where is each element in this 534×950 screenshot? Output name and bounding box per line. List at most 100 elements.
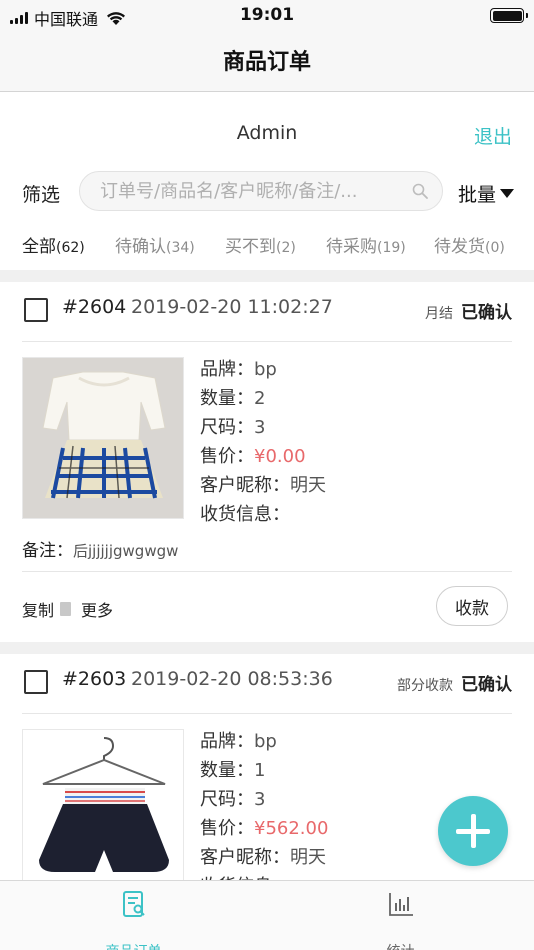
shipping-row: 收货信息： xyxy=(200,872,328,880)
caret-down-icon xyxy=(500,189,514,198)
product-photo-shorts xyxy=(23,730,183,880)
nickname-label: 客户昵称： xyxy=(200,475,290,496)
nickname-row: 客户昵称：明天 xyxy=(200,471,326,500)
nickname-row: 客户昵称：明天 xyxy=(200,843,328,872)
shipping-label: 收货信息： xyxy=(200,504,290,525)
copy-icon[interactable] xyxy=(60,602,72,616)
tab-pending-purchase[interactable]: 待采购(19) xyxy=(326,232,406,257)
tabbar-item-stats[interactable]: 统计 xyxy=(267,889,534,950)
price-value: ¥0.00 xyxy=(254,446,306,467)
user-name: Admin xyxy=(236,122,298,144)
qty-row: 数量：2 xyxy=(200,384,326,413)
brand-value: bp xyxy=(254,731,277,752)
filter-button[interactable]: 筛选 xyxy=(22,180,60,207)
product-info: 品牌：bp 数量：2 尺码：3 售价：¥0.00 客户昵称：明天 收货信息： xyxy=(200,355,326,529)
size-label: 尺码： xyxy=(200,789,254,810)
remark-value: 后jjjjjjgwgwgw xyxy=(73,542,179,560)
order-time: 2019-02-20 11:02:27 xyxy=(131,296,333,318)
divider xyxy=(22,341,512,342)
size-value: 3 xyxy=(254,417,266,438)
payment-type: 月结 xyxy=(425,306,453,322)
page-title: 商品订单 xyxy=(222,50,311,75)
order-actions: 复制 更多 xyxy=(22,597,113,621)
order-number: #2603 xyxy=(62,668,127,690)
brand-label: 品牌： xyxy=(200,731,254,752)
tab-count: (34) xyxy=(166,240,195,256)
tab-all[interactable]: 全部(62) xyxy=(22,232,85,257)
product-image[interactable] xyxy=(22,729,184,880)
tab-unavailable[interactable]: 买不到(2) xyxy=(225,232,296,257)
tab-count: (0) xyxy=(485,240,505,256)
qty-label: 数量： xyxy=(200,388,254,409)
batch-label: 批量 xyxy=(457,184,496,206)
order-status: 已确认 xyxy=(461,303,512,323)
order-checkbox[interactable] xyxy=(24,298,48,322)
brand-row: 品牌：bp xyxy=(200,355,326,384)
product-photo-dress xyxy=(23,358,183,518)
nickname-value: 明天 xyxy=(290,847,326,868)
order-card[interactable]: #2604 2019-02-20 11:02:27 月结 已确认 品牌：bp 数… xyxy=(0,282,534,640)
order-checkbox[interactable] xyxy=(24,670,48,694)
tabbar-label: 统计 xyxy=(267,941,534,950)
size-row: 尺码：3 xyxy=(200,785,328,814)
order-header: #2604 2019-02-20 11:02:27 月结 已确认 xyxy=(0,282,534,336)
tab-label: 全部 xyxy=(22,237,56,257)
qty-value: 1 xyxy=(254,760,266,781)
tab-label: 待发货 xyxy=(434,237,485,257)
search-box[interactable] xyxy=(79,171,443,211)
batch-dropdown[interactable]: 批量 xyxy=(458,180,514,207)
logout-button[interactable]: 退出 xyxy=(474,122,512,149)
bottom-tab-bar: 商品订单 统计 xyxy=(0,880,534,950)
copy-button[interactable]: 复制 xyxy=(22,597,54,621)
order-status-group: 部分收款 已确认 xyxy=(397,670,512,695)
more-button[interactable]: 更多 xyxy=(81,597,113,621)
price-row: 售价：¥562.00 xyxy=(200,814,328,843)
clock: 19:01 xyxy=(239,5,295,25)
nickname-value: 明天 xyxy=(290,475,326,496)
filter-row: 筛选 批量 xyxy=(0,170,534,214)
tab-count: (2) xyxy=(276,240,296,256)
qty-label: 数量： xyxy=(200,760,254,781)
user-row: Admin 退出 xyxy=(0,92,534,172)
bar-chart-icon xyxy=(388,893,413,916)
brand-row: 品牌：bp xyxy=(200,727,328,756)
status-bar: 中国联通 19:01 xyxy=(0,0,534,30)
battery-icon xyxy=(490,8,528,23)
search-icon[interactable] xyxy=(412,183,428,199)
product-image[interactable] xyxy=(22,357,184,519)
tab-label: 待采购 xyxy=(326,237,377,257)
brand-value: bp xyxy=(254,359,277,380)
nickname-label: 客户昵称： xyxy=(200,847,290,868)
tab-count: (62) xyxy=(56,240,85,256)
add-order-button[interactable] xyxy=(438,796,508,866)
section-divider xyxy=(0,270,534,282)
tabbar-item-orders[interactable]: 商品订单 xyxy=(0,889,267,950)
search-input[interactable] xyxy=(100,172,400,210)
product-info: 品牌：bp 数量：1 尺码：3 售价：¥562.00 客户昵称：明天 收货信息： xyxy=(200,727,328,880)
payment-type: 部分收款 xyxy=(397,678,453,694)
plus-icon-bar xyxy=(470,814,476,848)
order-number: #2604 xyxy=(62,296,127,318)
status-tabs: 全部(62) 待确认(34) 买不到(2) 待采购(19) 待发货(0) xyxy=(0,232,534,262)
price-label: 售价： xyxy=(200,818,254,839)
collect-payment-button[interactable]: 收款 xyxy=(436,586,508,626)
shipping-row: 收货信息： xyxy=(200,500,326,529)
tab-label: 待确认 xyxy=(115,237,166,257)
section-divider xyxy=(0,642,534,654)
tab-count: (19) xyxy=(377,240,406,256)
price-label: 售价： xyxy=(200,446,254,467)
tab-pending-confirm[interactable]: 待确认(34) xyxy=(115,232,195,257)
size-value: 3 xyxy=(254,789,266,810)
qty-value: 2 xyxy=(254,388,266,409)
divider xyxy=(22,713,512,714)
tab-pending-ship[interactable]: 待发货(0) xyxy=(434,232,505,257)
remark-row: 备注：后jjjjjjgwgwgw xyxy=(22,536,178,561)
order-list-icon xyxy=(122,891,145,917)
brand-label: 品牌： xyxy=(200,359,254,380)
order-status: 已确认 xyxy=(461,675,512,695)
tab-label: 买不到 xyxy=(225,237,276,257)
price-row: 售价：¥0.00 xyxy=(200,442,326,471)
price-value: ¥562.00 xyxy=(254,818,329,839)
remark-label: 备注： xyxy=(22,541,73,561)
divider xyxy=(22,571,512,572)
